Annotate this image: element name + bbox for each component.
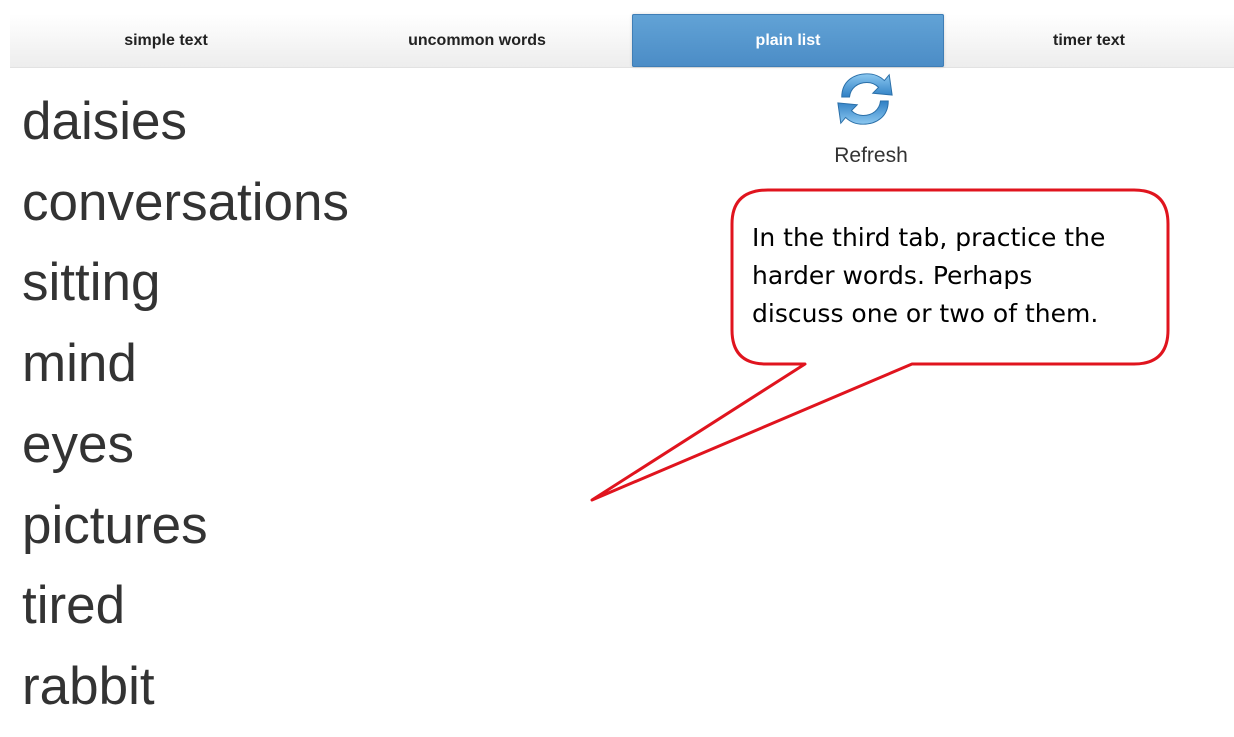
word-list: daisies conversations sitting mind eyes … [22, 82, 349, 728]
tab-bar: simple text uncommon words plain list ti… [10, 14, 1234, 68]
refresh-button[interactable]: Refresh [824, 68, 918, 172]
word-item: pictures [22, 495, 208, 555]
tab-plain-list[interactable]: plain list [632, 14, 944, 67]
tab-timer-text[interactable]: timer text [944, 14, 1234, 67]
word-item: daisies [22, 92, 187, 151]
word-item: eyes [22, 414, 134, 474]
word-item: tired [22, 576, 126, 636]
refresh-label: Refresh [834, 144, 908, 167]
callout-text: In the third tab, practice the harder wo… [752, 223, 1106, 328]
word-item: conversations [22, 172, 350, 232]
tab-uncommon-words[interactable]: uncommon words [322, 14, 632, 67]
page: simple text uncommon words plain list ti… [0, 0, 1234, 737]
word-item: rabbit [22, 656, 155, 716]
tab-simple-text[interactable]: simple text [10, 14, 322, 67]
refresh-icon [837, 73, 893, 125]
word-item: mind [22, 334, 137, 394]
word-item: sitting [22, 253, 161, 313]
